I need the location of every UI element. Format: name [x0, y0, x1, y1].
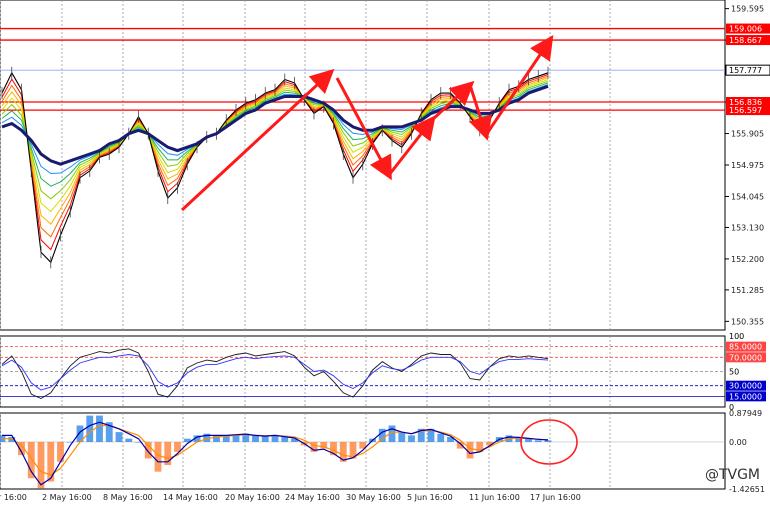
macd-bar — [115, 432, 123, 442]
macd-bar — [408, 435, 415, 442]
x-tick-label: 2 May 16:00 — [42, 493, 92, 502]
x-tick-label: 17 Jun 16:00 — [530, 493, 581, 502]
rsi-tick-label: 15.0000 — [729, 392, 762, 401]
x-tick-label: 14 May 16:00 — [163, 493, 218, 502]
x-tick-label: 8 May 16:00 — [103, 493, 153, 502]
reference-line-label: 156.597 — [729, 106, 762, 115]
watermark: @TVGM — [704, 467, 760, 483]
reference-line-label: 157.777 — [729, 66, 762, 75]
macd-bar — [271, 435, 279, 442]
macd-bar — [534, 440, 542, 442]
reference-line-label: 159.006 — [729, 25, 762, 34]
macd-bar — [437, 433, 445, 442]
reference-line-label: 158.667 — [729, 36, 762, 45]
macd-bar — [27, 441, 35, 479]
macd-bar — [86, 415, 94, 442]
macd-bar — [125, 438, 133, 442]
rsi-tick-label: 85.0000 — [729, 343, 762, 352]
x-tick-label: 30 May 16:00 — [346, 493, 401, 502]
y-tick-label: 159.595 — [731, 5, 764, 14]
macd-bar — [252, 435, 259, 442]
x-tick-label: 11 Jun 16:00 — [469, 493, 520, 502]
macd-tick-label: 0.00 — [729, 438, 747, 447]
x-tick-label: 5 Jun 16:00 — [407, 493, 453, 502]
rsi-tick-label: 30.0000 — [729, 382, 762, 391]
y-tick-label: 155.905 — [731, 130, 764, 139]
y-tick-label: 152.200 — [731, 255, 764, 264]
y-tick-label: 154.045 — [731, 192, 764, 201]
macd-bar — [544, 440, 552, 442]
macd-bar — [398, 432, 406, 442]
x-tick-label: 24 May 16:00 — [285, 493, 340, 502]
y-tick-label: 150.355 — [731, 317, 764, 326]
macd-bar — [261, 436, 269, 442]
chart-root: r 16:00 2 May 16:00 8 May 16:00 14 May 16:0… — [0, 0, 770, 505]
macd-bar — [47, 441, 55, 482]
rsi-tick-label: 70.0000 — [729, 353, 762, 362]
y-tick-label: 153.130 — [731, 223, 764, 232]
y-tick-label: 151.285 — [731, 286, 764, 295]
chart-svg: r 16:00 2 May 16:00 8 May 16:00 14 May 16:0… — [0, 0, 770, 502]
x-tick-label: r 16:00 — [0, 493, 27, 502]
macd-bar — [154, 441, 162, 472]
rsi-tick-label: 50 — [729, 368, 739, 377]
macd-tick-label: 0.87949 — [729, 409, 762, 418]
y-tick-label: 154.975 — [731, 161, 764, 170]
macd-bar — [281, 437, 289, 442]
x-tick-label: 20 May 16:00 — [225, 493, 280, 502]
macd-tick-label: -1.42651 — [729, 485, 765, 494]
rsi-tick-label: 100 — [729, 332, 744, 341]
macd-bar — [96, 415, 103, 442]
